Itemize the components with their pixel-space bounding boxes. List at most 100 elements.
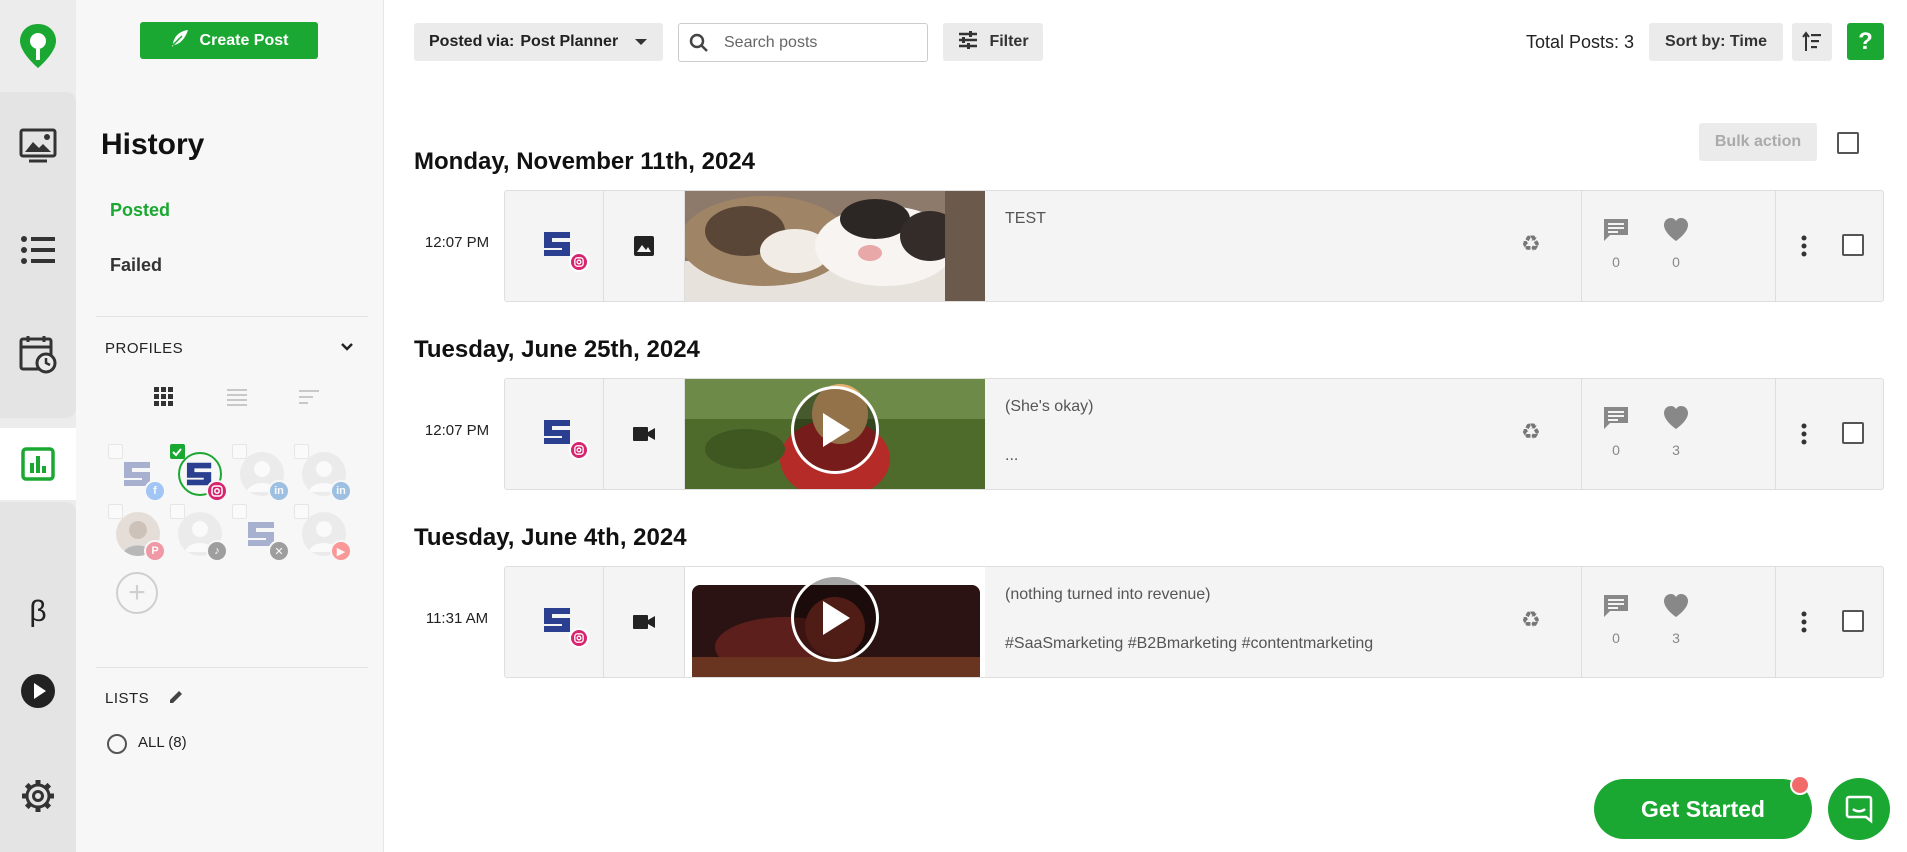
likes-stat: 0 [1656,217,1696,270]
nav-rail: β [0,0,76,852]
nav-posted[interactable]: Posted [110,200,170,221]
comments-count: 0 [1612,254,1620,270]
more-vertical-icon[interactable] [1800,234,1808,263]
tiktok-icon: ♪ [206,540,228,562]
profile-checkbox[interactable] [108,444,123,459]
profile-avatar-linkedin-2[interactable]: in [294,444,352,502]
likes-count: 3 [1672,630,1680,646]
post-text: (nothing turned into revenue) #SaaSmarke… [1005,585,1605,655]
post-checkbox[interactable] [1842,234,1864,256]
comments-stat: 0 [1596,217,1636,270]
post-card[interactable]: (nothing turned into revenue) #SaaSmarke… [504,566,1884,678]
content-list-icon[interactable] [0,222,76,278]
comment-icon [1602,407,1630,435]
date-heading: Tuesday, June 25th, 2024 [414,336,700,363]
date-heading: Tuesday, June 4th, 2024 [414,524,687,551]
profile-avatar-instagram[interactable] [170,444,228,502]
play-icon[interactable] [791,574,879,662]
profile-checkbox[interactable] [108,504,123,519]
profile-checkbox-checked[interactable] [170,444,185,459]
recycle-icon[interactable]: ♻ [1521,231,1541,257]
sort-button[interactable]: Sort by: Time [1649,23,1783,61]
profile-checkbox[interactable] [232,444,247,459]
chevron-down-icon[interactable] [338,338,356,361]
profile-avatar-facebook[interactable]: f [108,444,166,502]
profile-avatar-x[interactable]: ✕ [232,504,290,562]
divider [96,667,368,668]
add-profile-icon[interactable]: + [116,572,158,614]
image-type-icon [604,191,685,301]
post-image-cats[interactable] [685,191,985,301]
post-card[interactable]: TEST ♻ 0 0 [504,190,1884,302]
instagram-icon [206,480,228,502]
comments-count: 0 [1612,630,1620,646]
instagram-icon [569,252,589,272]
profile-avatar-tiktok[interactable]: ♪ [170,504,228,562]
date-heading: Monday, November 11th, 2024 [414,148,756,175]
post-checkbox[interactable] [1842,610,1864,632]
pinterest-icon: P [144,540,166,562]
search-icon [688,32,710,59]
comments-stat: 0 [1596,405,1636,458]
nav-failed[interactable]: Failed [110,255,162,276]
more-vertical-icon[interactable] [1800,422,1808,451]
gear-icon[interactable] [0,768,76,824]
post-card[interactable]: (She's okay) ... ♻ 0 3 [504,378,1884,490]
post-video-thumbnail[interactable] [685,379,985,489]
recycle-icon[interactable]: ♻ [1521,607,1541,633]
play-icon[interactable] [791,386,879,474]
list-view-icon[interactable] [226,386,248,411]
instagram-icon [569,628,589,648]
post-text: TEST [1005,209,1605,258]
get-started-button[interactable]: Get Started [1594,779,1812,839]
create-post-button[interactable]: Create Post [140,22,318,59]
likes-count: 0 [1672,254,1680,270]
compact-view-icon[interactable] [298,386,320,411]
video-type-icon [604,379,685,489]
select-all-checkbox[interactable] [1837,132,1859,154]
pencil-icon[interactable] [168,689,184,709]
play-icon[interactable] [0,663,76,719]
recycle-icon[interactable]: ♻ [1521,419,1541,445]
profile-checkbox[interactable] [294,444,309,459]
divider [96,316,368,317]
search-box [678,23,928,62]
linkedin-icon: in [268,480,290,502]
post-checkbox[interactable] [1842,422,1864,444]
profile-avatar-pinterest[interactable]: P [108,504,166,562]
profile-checkbox[interactable] [294,504,309,519]
post-time: 11:31 AM [425,610,489,627]
lists-all-radio[interactable] [107,734,127,754]
post-profile [505,379,604,489]
posted-via-label: Posted via: [429,33,515,50]
post-text-line2: #SaaSmarketing #B2Bmarketing #contentmar… [1005,634,1374,652]
analytics-icon[interactable] [0,428,76,500]
post-actions [1775,191,1885,301]
profile-avatar-youtube[interactable]: ▶ [294,504,352,562]
search-input[interactable] [724,32,919,54]
profile-avatar-linkedin[interactable]: in [232,444,290,502]
more-vertical-icon[interactable] [1800,610,1808,639]
sort-order-icon[interactable] [1792,23,1832,61]
help-button[interactable]: ? [1847,23,1884,60]
calendar-clock-icon[interactable] [0,326,76,382]
chat-icon[interactable] [1828,778,1890,840]
post-time: 12:07 PM [424,422,490,439]
media-library-icon[interactable] [0,118,76,174]
profile-checkbox[interactable] [232,504,247,519]
beta-icon[interactable]: β [0,584,76,640]
post-stats: 0 3 [1581,379,1746,489]
video-type-icon [604,567,685,677]
logo-icon[interactable] [0,18,76,74]
lists-label: LISTS [105,689,184,709]
filter-label: Filter [989,33,1029,50]
post-time: 12:07 PM [424,234,490,251]
post-video-thumbnail[interactable] [685,567,985,677]
posted-via-dropdown[interactable]: Posted via: Post Planner [414,23,663,61]
filter-button[interactable]: Filter [943,23,1043,61]
x-icon: ✕ [268,540,290,562]
bulk-action-button[interactable]: Bulk action [1699,123,1817,161]
grid-view-icon[interactable] [153,386,173,411]
profile-checkbox[interactable] [170,504,185,519]
post-actions [1775,567,1885,677]
